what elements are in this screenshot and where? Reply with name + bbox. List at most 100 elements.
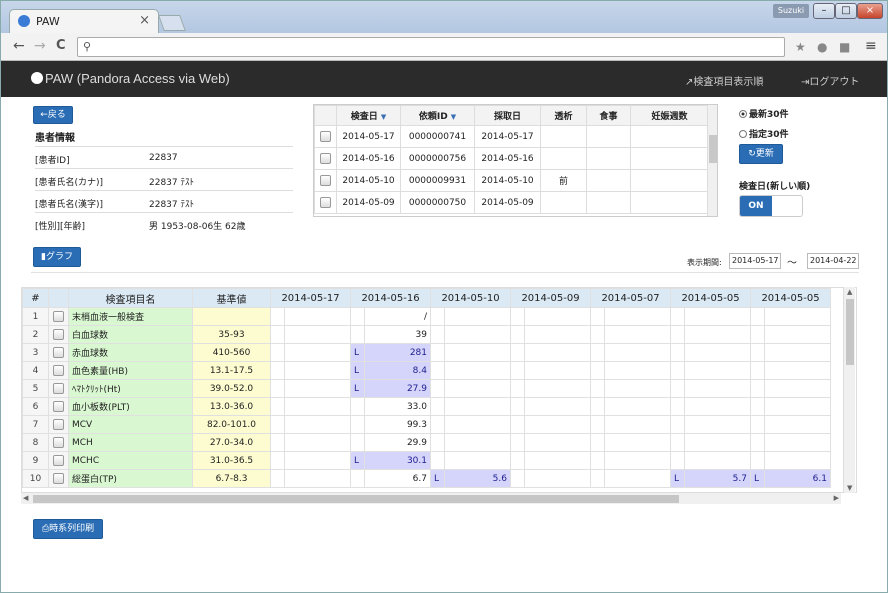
grid-header-date[interactable]: 2014-05-10	[430, 288, 511, 308]
back-button[interactable]: ←戻る	[33, 106, 73, 124]
result-row[interactable]: 7 MCV 82.0-101.0 99.3	[22, 415, 831, 434]
visit-row-checkbox[interactable]	[314, 169, 337, 192]
row-checkbox[interactable]	[48, 415, 69, 434]
scroll-thumb[interactable]	[33, 495, 679, 503]
grid-header-date[interactable]: 2014-05-05	[670, 288, 751, 308]
scroll-left-icon[interactable]: ◀	[23, 494, 28, 502]
grid-header-date[interactable]: 2014-05-09	[510, 288, 591, 308]
result-row[interactable]: 10 総蛋白(TP) 6.7-8.3 6.7 L 5.6 L 5.7 L 6.1	[22, 469, 831, 488]
minimize-button[interactable]: –	[813, 3, 835, 19]
visits-scrollbar[interactable]	[707, 105, 717, 216]
visit-row-checkbox[interactable]	[314, 191, 337, 214]
checkbox[interactable]	[320, 197, 331, 208]
address-bar[interactable]: ⚲	[77, 37, 785, 57]
grid-header-name[interactable]: 検査項目名	[68, 288, 193, 308]
checkbox[interactable]	[320, 131, 331, 142]
refresh-button[interactable]: ↻更新	[739, 144, 783, 164]
tab-close-icon[interactable]: ×	[139, 13, 150, 28]
nav-display-order-label: 検査項目表示順	[693, 77, 764, 88]
result-flag	[510, 397, 525, 416]
print-timeseries-button[interactable]: ⎙時系列印刷	[33, 519, 103, 539]
new-tab-button[interactable]	[158, 15, 186, 31]
period-from-input[interactable]: 2014-05-17	[729, 253, 781, 269]
row-checkbox[interactable]	[48, 307, 69, 326]
nav-logout[interactable]: ⇥ログアウト	[801, 73, 859, 88]
nav-display-order[interactable]: ↗検査項目表示順	[685, 73, 763, 88]
checkbox[interactable]	[53, 437, 64, 448]
result-row[interactable]: 4 血色素量(HB) 13.1-17.5 L 8.4	[22, 361, 831, 380]
scroll-thumb[interactable]	[846, 299, 854, 365]
visits-header-collected[interactable]: 採取日	[474, 105, 541, 126]
grid-horizontal-scrollbar[interactable]: ◀ ▶	[21, 492, 841, 504]
checkbox[interactable]	[53, 311, 64, 322]
row-checkbox[interactable]	[48, 397, 69, 416]
row-checkbox[interactable]	[48, 451, 69, 470]
extension-icon[interactable]: ●	[817, 40, 827, 54]
scroll-thumb[interactable]	[709, 135, 717, 163]
visits-header-check	[314, 105, 337, 126]
result-row[interactable]: 6 血小板数(PLT) 13.0-36.0 33.0	[22, 397, 831, 416]
period-to-input[interactable]: 2014-04-22	[807, 253, 859, 269]
result-row[interactable]: 8 MCH 27.0-34.0 29.9	[22, 433, 831, 452]
visit-row[interactable]: 2014-05-16 0000000756 2014-05-16	[314, 147, 709, 170]
radio-dot-icon[interactable]	[739, 110, 747, 118]
grid-header-date[interactable]: 2014-05-17	[270, 288, 351, 308]
close-window-button[interactable]: ×	[857, 3, 883, 19]
sort-toggle[interactable]: ON	[739, 195, 803, 217]
row-checkbox[interactable]	[48, 433, 69, 452]
grid-header-date[interactable]: 2014-05-16	[350, 288, 431, 308]
checkbox[interactable]	[320, 175, 331, 186]
visit-row-checkbox[interactable]	[314, 125, 337, 148]
result-row[interactable]: 5 ﾍﾏﾄｸﾘｯﾄ(Ht) 39.0-52.0 L 27.9	[22, 379, 831, 398]
checkbox[interactable]	[53, 473, 64, 484]
radio-dot-icon[interactable]	[739, 130, 747, 138]
visits-header-dialysis[interactable]: 透析	[540, 105, 587, 126]
row-checkbox[interactable]	[48, 379, 69, 398]
radio-latest[interactable]: 最新30件	[739, 107, 789, 120]
row-checkbox[interactable]	[48, 361, 69, 380]
grid-header-date[interactable]: 2014-05-05	[750, 288, 831, 308]
row-checkbox[interactable]	[48, 325, 69, 344]
checkbox[interactable]	[53, 329, 64, 340]
visits-header-weeks[interactable]: 妊娠週数	[630, 105, 709, 126]
grid-header-date[interactable]: 2014-05-07	[590, 288, 671, 308]
visits-header-id[interactable]: 依頼ID ▼	[400, 105, 475, 126]
scroll-right-icon[interactable]: ▶	[834, 494, 839, 502]
result-row[interactable]: 1 末梢血液一般検査 /	[22, 307, 831, 326]
visits-header-meal[interactable]: 食事	[586, 105, 631, 126]
grid-vertical-scrollbar[interactable]: ▲ ▼	[843, 287, 855, 493]
result-row[interactable]: 3 赤血球数 410-560 L 281	[22, 343, 831, 362]
forward-arrow-icon[interactable]: →	[34, 38, 46, 54]
visit-row[interactable]: 2014-05-10 0000009931 2014-05-10 前	[314, 169, 709, 192]
checkbox[interactable]	[320, 153, 331, 164]
bookmark-icon[interactable]: ★	[795, 40, 806, 54]
extension2-icon[interactable]: ■	[839, 40, 850, 54]
graph-button[interactable]: ▮グラフ	[33, 247, 81, 267]
row-checkbox[interactable]	[48, 343, 69, 362]
radio-specified[interactable]: 指定30件	[739, 127, 789, 140]
scroll-down-icon[interactable]: ▼	[847, 484, 852, 492]
visit-row-checkbox[interactable]	[314, 147, 337, 170]
user-badge[interactable]: Suzuki	[773, 4, 809, 18]
checkbox[interactable]	[53, 401, 64, 412]
menu-icon[interactable]: ≡	[865, 38, 877, 54]
result-flag	[350, 397, 365, 416]
checkbox[interactable]	[53, 419, 64, 430]
back-arrow-icon[interactable]: ←	[13, 38, 25, 54]
checkbox[interactable]	[53, 347, 64, 358]
grid-header-ref[interactable]: 基準値	[192, 288, 271, 308]
checkbox[interactable]	[53, 455, 64, 466]
result-row[interactable]: 9 MCHC 31.0-36.5 L 30.1	[22, 451, 831, 470]
checkbox[interactable]	[53, 365, 64, 376]
maximize-button[interactable]: □	[835, 3, 857, 19]
scroll-up-icon[interactable]: ▲	[847, 288, 852, 296]
browser-tab[interactable]: PAW ×	[9, 9, 159, 33]
row-checkbox[interactable]	[48, 469, 69, 488]
visit-row[interactable]: 2014-05-17 0000000741 2014-05-17	[314, 125, 709, 148]
result-row[interactable]: 2 白血球数 35-93 39	[22, 325, 831, 344]
reload-icon[interactable]: C	[56, 38, 66, 53]
app-brand[interactable]: PAW (Pandora Access via Web)	[31, 71, 230, 86]
visit-row[interactable]: 2014-05-09 0000000750 2014-05-09	[314, 191, 709, 214]
checkbox[interactable]	[53, 383, 64, 394]
visits-header-date[interactable]: 検査日 ▼	[336, 105, 401, 126]
